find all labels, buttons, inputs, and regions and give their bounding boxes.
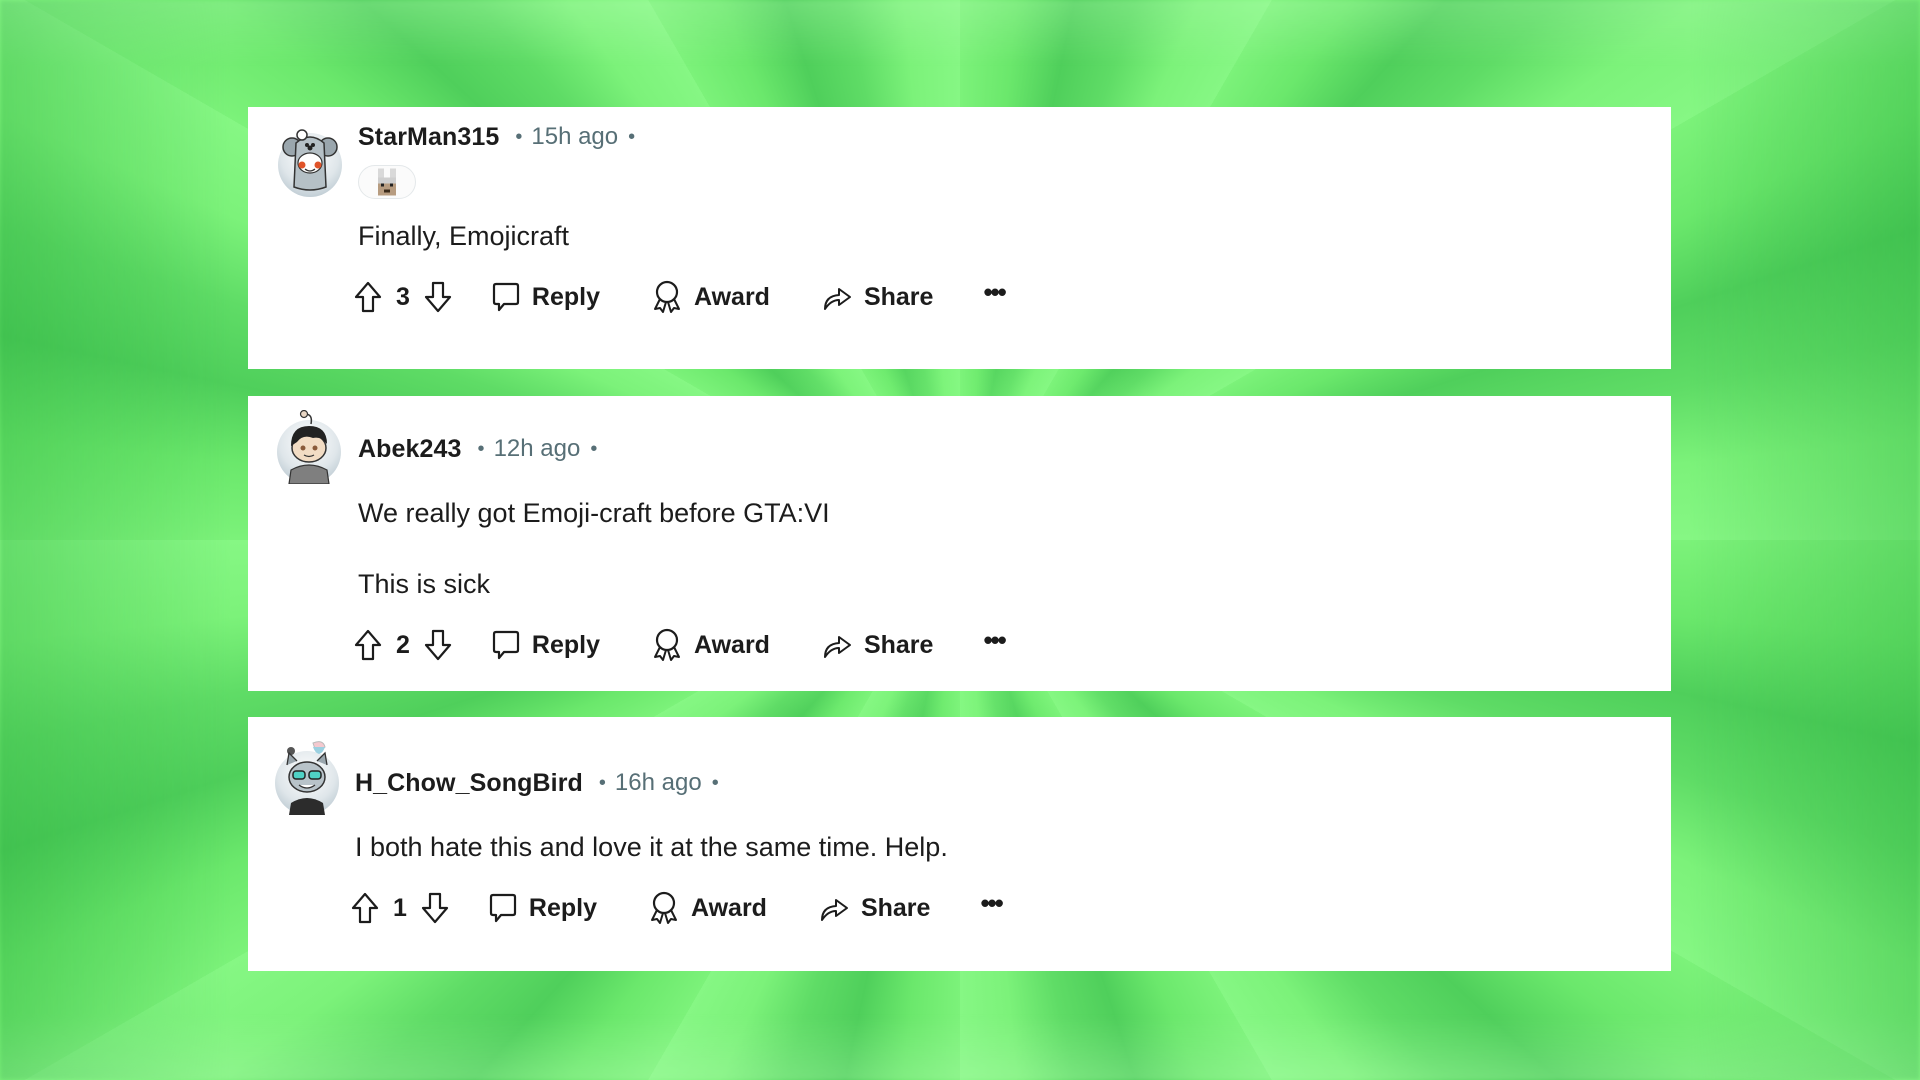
cat-sunglasses-snoo-avatar-icon bbox=[286, 741, 328, 815]
share-button[interactable]: Share bbox=[819, 893, 930, 923]
comment-body: Finally, Emojicraft bbox=[358, 221, 570, 251]
more-options-button[interactable]: ••• bbox=[983, 625, 1006, 655]
reply-button[interactable]: Reply bbox=[492, 629, 600, 661]
dark-hair-snoo-avatar-icon bbox=[288, 410, 330, 484]
award-label: Award bbox=[694, 630, 770, 659]
meta-separator: • bbox=[590, 437, 598, 460]
share-label: Share bbox=[863, 630, 934, 659]
upvote-arrow-icon bbox=[354, 281, 382, 313]
ellipsis-icon: ••• bbox=[980, 888, 1003, 918]
comment-bubble-icon bbox=[492, 282, 520, 312]
comment-meta: H_Chow_SongBird • 16h ago • bbox=[355, 768, 719, 798]
downvote-button[interactable] bbox=[424, 281, 452, 313]
meta-separator: • bbox=[477, 437, 485, 460]
more-options-button[interactable]: ••• bbox=[980, 888, 1003, 918]
share-label: Share bbox=[863, 282, 934, 311]
downvote-arrow-icon bbox=[424, 281, 452, 313]
comment-actions: 2 Reply Award Share ••• bbox=[354, 625, 1007, 665]
meta-separator: • bbox=[598, 771, 606, 794]
award-button[interactable]: Award bbox=[649, 891, 767, 925]
user-avatar[interactable] bbox=[275, 741, 339, 815]
user-avatar[interactable] bbox=[277, 410, 341, 484]
user-avatar[interactable] bbox=[278, 129, 342, 197]
comment-body-line: We really got Emoji-craft before GTA:VI bbox=[358, 498, 830, 528]
award-label: Award bbox=[694, 282, 770, 311]
downvote-arrow-icon bbox=[421, 892, 449, 924]
share-arrow-icon bbox=[820, 899, 848, 921]
username-link[interactable]: Abek243 bbox=[358, 435, 462, 464]
timestamp[interactable]: 12h ago bbox=[494, 435, 581, 463]
share-button[interactable]: Share bbox=[822, 630, 933, 660]
vote-group: 2 bbox=[354, 629, 452, 661]
vote-group: 1 bbox=[351, 892, 449, 924]
vote-score: 2 bbox=[396, 630, 410, 659]
award-label: Award bbox=[691, 893, 767, 922]
comment-actions: 1 Reply Award Share ••• bbox=[351, 888, 1004, 928]
vote-score: 1 bbox=[393, 893, 407, 922]
comment-card: H_Chow_SongBird • 16h ago • I both hate … bbox=[248, 717, 1671, 971]
upvote-arrow-icon bbox=[354, 629, 382, 661]
upvote-button[interactable] bbox=[354, 629, 382, 661]
timestamp[interactable]: 16h ago bbox=[615, 769, 702, 797]
downvote-button[interactable] bbox=[421, 892, 449, 924]
downvote-arrow-icon bbox=[424, 629, 452, 661]
comment-body-line: This is sick bbox=[358, 569, 491, 599]
award-button[interactable]: Award bbox=[652, 628, 770, 662]
pixel-llama-flair-icon bbox=[378, 168, 396, 196]
award-ribbon-icon bbox=[651, 891, 677, 924]
upvote-button[interactable] bbox=[351, 892, 379, 924]
share-button[interactable]: Share bbox=[822, 282, 933, 312]
vote-group: 3 bbox=[354, 281, 452, 313]
comment-actions: 3 Reply Award Share ••• bbox=[354, 277, 1007, 317]
share-arrow-icon bbox=[823, 636, 851, 658]
more-options-button[interactable]: ••• bbox=[983, 277, 1006, 307]
koala-snoo-avatar-icon bbox=[282, 129, 338, 191]
ellipsis-icon: ••• bbox=[983, 625, 1006, 655]
username-link[interactable]: StarMan315 bbox=[358, 123, 499, 152]
award-ribbon-icon bbox=[654, 628, 680, 661]
share-label: Share bbox=[860, 893, 931, 922]
award-ribbon-icon bbox=[654, 280, 680, 313]
comment-bubble-icon bbox=[489, 893, 517, 923]
comment-meta: StarMan315 • 15h ago • bbox=[358, 122, 635, 152]
comment-bubble-icon bbox=[492, 630, 520, 660]
comment-meta: Abek243 • 12h ago • bbox=[358, 434, 597, 464]
vote-score: 3 bbox=[396, 282, 410, 311]
award-button[interactable]: Award bbox=[652, 280, 770, 314]
ellipsis-icon: ••• bbox=[983, 277, 1006, 307]
downvote-button[interactable] bbox=[424, 629, 452, 661]
username-link[interactable]: H_Chow_SongBird bbox=[355, 769, 583, 798]
share-arrow-icon bbox=[823, 288, 851, 310]
reply-button[interactable]: Reply bbox=[489, 892, 597, 924]
timestamp[interactable]: 15h ago bbox=[531, 123, 618, 151]
meta-separator: • bbox=[711, 771, 719, 794]
meta-separator: • bbox=[628, 125, 636, 148]
reply-label: Reply bbox=[528, 893, 597, 922]
comment-card: Abek243 • 12h ago • We really got Emoji-… bbox=[248, 396, 1671, 691]
comment-body: I both hate this and love it at the same… bbox=[355, 832, 948, 862]
reply-label: Reply bbox=[531, 630, 600, 659]
meta-separator: • bbox=[515, 125, 523, 148]
comment-card: StarMan315 • 15h ago • Finally, Emojicra… bbox=[248, 107, 1671, 369]
reply-button[interactable]: Reply bbox=[492, 281, 600, 313]
reply-label: Reply bbox=[531, 282, 600, 311]
upvote-button[interactable] bbox=[354, 281, 382, 313]
upvote-arrow-icon bbox=[351, 892, 379, 924]
user-flair bbox=[358, 165, 416, 199]
